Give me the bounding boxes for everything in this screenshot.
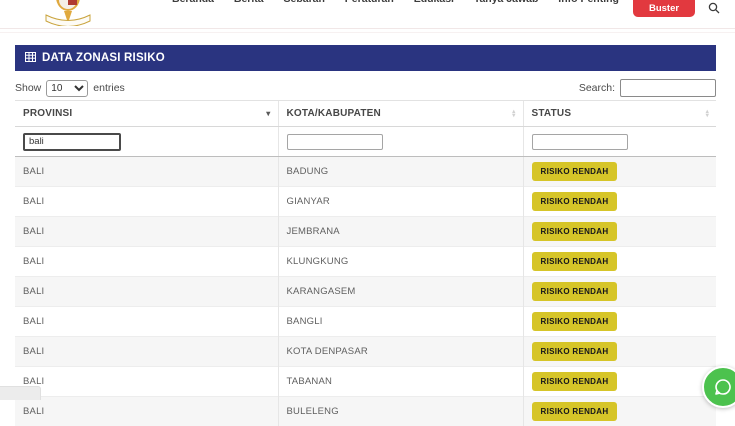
chat-icon — [713, 377, 733, 397]
status-badge: RISIKO RENDAH — [532, 342, 618, 361]
nav-item-berita[interactable]: Berita — [234, 0, 264, 5]
cell-status: RISIKO RENDAH — [523, 156, 716, 186]
main-content: DATA ZONASI RISIKO Show 10 entries Searc… — [15, 45, 716, 426]
status-badge: RISIKO RENDAH — [532, 162, 618, 181]
panel-header: DATA ZONASI RISIKO — [15, 45, 716, 71]
table-row: BALIBULELENG RISIKO RENDAH — [15, 396, 716, 426]
status-badge: RISIKO RENDAH — [532, 312, 618, 331]
cell-status: RISIKO RENDAH — [523, 336, 716, 366]
hoax-buster-button[interactable]: Hoax Buster — [633, 0, 695, 17]
nav-item-tanya-jawab[interactable]: Tanya Jawab — [474, 0, 539, 5]
column-header-status[interactable]: STATUS ▴▾ — [523, 101, 716, 127]
show-label: Show — [15, 82, 41, 94]
table-row: BALIKOTA DENPASAR RISIKO RENDAH — [15, 336, 716, 366]
nav-item-sebaran[interactable]: Sebaran — [284, 0, 325, 5]
filter-cell-kota-kabupaten — [278, 127, 523, 157]
cell-status: RISIKO RENDAH — [523, 306, 716, 336]
column-filter-input-provinsi[interactable] — [23, 133, 121, 151]
cell-kota-kabupaten: KLUNGKUNG — [278, 246, 523, 276]
cell-kota-kabupaten: BULELENG — [278, 396, 523, 426]
column-label: PROVINSI — [23, 108, 72, 119]
global-search-control: Search: — [579, 79, 716, 97]
cell-kota-kabupaten: BANGLI — [278, 306, 523, 336]
entries-length-control: Show 10 entries — [15, 80, 125, 97]
status-badge: RISIKO RENDAH — [532, 222, 618, 241]
table-row: BALIJEMBRANA RISIKO RENDAH — [15, 216, 716, 246]
cell-kota-kabupaten: KOTA DENPASAR — [278, 336, 523, 366]
cell-kota-kabupaten: KARANGASEM — [278, 276, 523, 306]
cell-status: RISIKO RENDAH — [523, 366, 716, 396]
panel-title: DATA ZONASI RISIKO — [42, 52, 165, 64]
search-icon[interactable] — [708, 1, 720, 13]
cell-provinsi: BALI — [15, 336, 278, 366]
cell-status: RISIKO RENDAH — [523, 216, 716, 246]
table-filter-row — [15, 127, 716, 157]
filter-cell-provinsi — [15, 127, 278, 157]
status-badge: RISIKO RENDAH — [532, 192, 618, 211]
nav-item-beranda[interactable]: Beranda — [172, 0, 214, 5]
link-preview-tooltip — [0, 386, 41, 400]
filter-cell-status — [523, 127, 716, 157]
entries-label: entries — [93, 82, 125, 94]
sort-active-icon: ▾ — [266, 110, 270, 118]
table-row: BALIKARANGASEM RISIKO RENDAH — [15, 276, 716, 306]
nav-item-info-penting[interactable]: Info Penting — [558, 0, 619, 5]
status-badge: RISIKO RENDAH — [532, 252, 618, 271]
cell-provinsi: BALI — [15, 276, 278, 306]
table-grid-icon — [25, 52, 36, 65]
nav-item-edukasi[interactable]: Edukasi — [414, 0, 454, 5]
column-filter-input-status[interactable] — [532, 134, 628, 150]
cell-provinsi: BALI — [15, 366, 278, 396]
status-badge: RISIKO RENDAH — [532, 282, 618, 301]
cell-provinsi: BALI — [15, 156, 278, 186]
sort-both-icon: ▴▾ — [706, 110, 709, 118]
cell-status: RISIKO RENDAH — [523, 246, 716, 276]
cell-provinsi: BALI — [15, 396, 278, 426]
cell-kota-kabupaten: JEMBRANA — [278, 216, 523, 246]
cell-kota-kabupaten: BADUNG — [278, 156, 523, 186]
column-header-provinsi[interactable]: PROVINSI ▾ — [15, 101, 278, 127]
top-navigation: Beranda Berita Sebaran Peraturan Edukasi Tany… — [0, 0, 735, 29]
table-row: BALIGIANYAR RISIKO RENDAH — [15, 186, 716, 216]
table-header-row: PROVINSI ▾ KOTA/KABUPATEN ▴▾ STATUS ▴▾ — [15, 101, 716, 127]
cell-status: RISIKO RENDAH — [523, 186, 716, 216]
cell-provinsi: BALI — [15, 246, 278, 276]
cell-provinsi: BALI — [15, 216, 278, 246]
table-row: BALIBADUNG RISIKO RENDAH — [15, 156, 716, 186]
table-row: BALIBANGLI RISIKO RENDAH — [15, 306, 716, 336]
search-label: Search: — [579, 82, 615, 94]
sort-both-icon: ▴▾ — [512, 110, 515, 118]
risk-zone-table: PROVINSI▾KOTA/KABUPATEN▴▾STATUS▴▾ BALIBA… — [15, 100, 716, 426]
entries-select[interactable]: 10 — [46, 80, 88, 97]
status-badge: RISIKO RENDAH — [532, 372, 618, 391]
table-row: BALITABANAN RISIKO RENDAH — [15, 366, 716, 396]
cell-provinsi: BALI — [15, 306, 278, 336]
column-filter-input-kota-kabupaten[interactable] — [287, 134, 383, 150]
cell-kota-kabupaten: GIANYAR — [278, 186, 523, 216]
nav-item-peraturan[interactable]: Peraturan — [345, 0, 394, 5]
nav-menu: Beranda Berita Sebaran Peraturan Edukasi Tany… — [172, 0, 619, 5]
table-controls: Show 10 entries Search: — [15, 79, 716, 97]
table-row: BALIKLUNGKUNG RISIKO RENDAH — [15, 246, 716, 276]
cell-provinsi: BALI — [15, 186, 278, 216]
cell-status: RISIKO RENDAH — [523, 276, 716, 306]
cell-status: RISIKO RENDAH — [523, 396, 716, 426]
status-badge: RISIKO RENDAH — [532, 402, 618, 421]
cell-kota-kabupaten: TABANAN — [278, 366, 523, 396]
table-search-input[interactable] — [620, 79, 716, 97]
column-label: STATUS — [532, 108, 572, 119]
garuda-logo[interactable] — [38, 0, 98, 26]
column-label: KOTA/KABUPATEN — [287, 108, 381, 119]
column-header-kota-kabupaten[interactable]: KOTA/KABUPATEN ▴▾ — [278, 101, 523, 127]
